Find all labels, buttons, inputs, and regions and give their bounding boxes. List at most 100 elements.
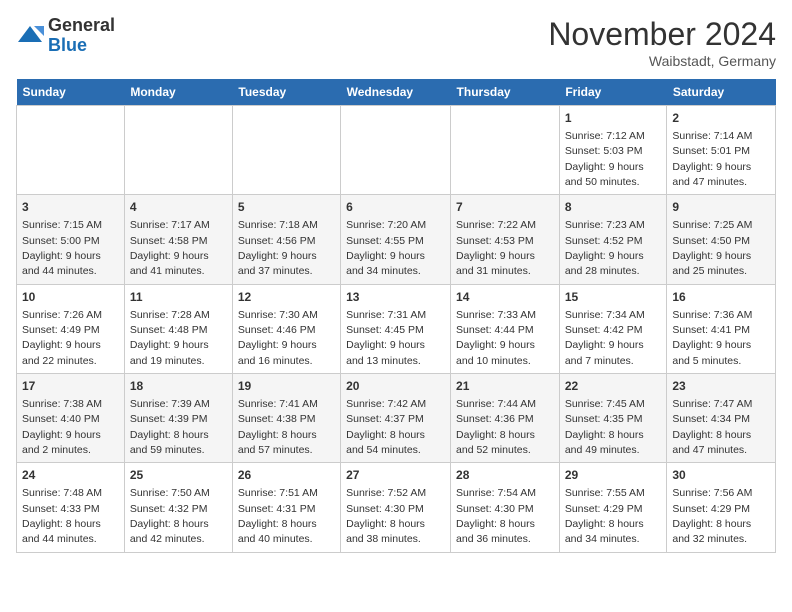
day-info: Sunrise: 7:45 AM Sunset: 4:35 PM Dayligh… (565, 398, 645, 456)
calendar-week-row: 17 Sunrise: 7:38 AM Sunset: 4:40 PM Dayli… (17, 374, 776, 463)
day-number: 25 (130, 467, 227, 484)
calendar-week-row: 3Sunrise: 7:15 AM Sunset: 5:00 PM Daylig… (17, 195, 776, 284)
calendar-day-cell: 22 Sunrise: 7:45 AM Sunset: 4:35 PM Dayli… (559, 374, 667, 463)
page-header: General Blue November 2024 Waibstadt, Ge… (16, 16, 776, 69)
calendar-day-cell (232, 106, 340, 195)
day-number: 8 (565, 199, 662, 216)
calendar-day-cell: 23 Sunrise: 7:47 AM Sunset: 4:34 PM Dayli… (667, 374, 776, 463)
day-info: Sunrise: 7:48 AM Sunset: 4:33 PM Dayligh… (22, 487, 102, 545)
calendar-week-row: 10 Sunrise: 7:26 AM Sunset: 4:49 PM Dayli… (17, 284, 776, 373)
calendar-week-row: 24 Sunrise: 7:48 AM Sunset: 4:33 PM Dayli… (17, 463, 776, 552)
day-number: 11 (130, 289, 227, 306)
calendar-day-cell: 25 Sunrise: 7:50 AM Sunset: 4:32 PM Dayli… (124, 463, 232, 552)
day-info: Sunrise: 7:33 AM Sunset: 4:44 PM Dayligh… (456, 309, 536, 367)
day-number: 1 (565, 110, 662, 127)
day-info: Sunrise: 7:51 AM Sunset: 4:31 PM Dayligh… (238, 487, 318, 545)
day-info: Sunrise: 7:44 AM Sunset: 4:36 PM Dayligh… (456, 398, 536, 456)
day-number: 18 (130, 378, 227, 395)
calendar-day-cell: 2Sunrise: 7:14 AM Sunset: 5:01 PM Daylig… (667, 106, 776, 195)
day-number: 24 (22, 467, 119, 484)
day-number: 14 (456, 289, 554, 306)
title-block: November 2024 Waibstadt, Germany (548, 16, 776, 69)
calendar-day-cell: 21 Sunrise: 7:44 AM Sunset: 4:36 PM Dayli… (451, 374, 560, 463)
day-info: Sunrise: 7:42 AM Sunset: 4:37 PM Dayligh… (346, 398, 426, 456)
location-subtitle: Waibstadt, Germany (548, 53, 776, 69)
day-number: 28 (456, 467, 554, 484)
day-number: 26 (238, 467, 335, 484)
calendar-week-row: 1 Sunrise: 7:12 AM Sunset: 5:03 PM Daylig… (17, 106, 776, 195)
day-info: Sunrise: 7:22 AM Sunset: 4:53 PM Dayligh… (456, 219, 536, 277)
weekday-header-cell: Sunday (17, 79, 125, 106)
day-number: 21 (456, 378, 554, 395)
day-number: 4 (130, 199, 227, 216)
day-info: Sunrise: 7:30 AM Sunset: 4:46 PM Dayligh… (238, 309, 318, 367)
day-number: 5 (238, 199, 335, 216)
day-info: Sunrise: 7:47 AM Sunset: 4:34 PM Dayligh… (672, 398, 752, 456)
day-number: 17 (22, 378, 119, 395)
logo-icon (16, 22, 44, 50)
day-number: 15 (565, 289, 662, 306)
day-info: Sunrise: 7:17 AM Sunset: 4:58 PM Dayligh… (130, 219, 210, 277)
calendar-day-cell: 26 Sunrise: 7:51 AM Sunset: 4:31 PM Dayli… (232, 463, 340, 552)
calendar-day-cell: 15 Sunrise: 7:34 AM Sunset: 4:42 PM Dayli… (559, 284, 667, 373)
weekday-header-cell: Wednesday (341, 79, 451, 106)
day-info: Sunrise: 7:23 AM Sunset: 4:52 PM Dayligh… (565, 219, 645, 277)
day-info: Sunrise: 7:34 AM Sunset: 4:42 PM Dayligh… (565, 309, 645, 367)
day-number: 23 (672, 378, 770, 395)
calendar-day-cell: 12 Sunrise: 7:30 AM Sunset: 4:46 PM Dayli… (232, 284, 340, 373)
weekday-header-row: SundayMondayTuesdayWednesdayThursdayFrid… (17, 79, 776, 106)
calendar-day-cell: 18Sunrise: 7:39 AM Sunset: 4:39 PM Dayli… (124, 374, 232, 463)
logo: General Blue (16, 16, 115, 56)
day-number: 20 (346, 378, 445, 395)
calendar-day-cell: 24 Sunrise: 7:48 AM Sunset: 4:33 PM Dayli… (17, 463, 125, 552)
day-info: Sunrise: 7:12 AM Sunset: 5:03 PM Dayligh… (565, 130, 645, 188)
day-info: Sunrise: 7:38 AM Sunset: 4:40 PM Dayligh… (22, 398, 102, 456)
day-number: 9 (672, 199, 770, 216)
calendar-table: SundayMondayTuesdayWednesdayThursdayFrid… (16, 79, 776, 553)
calendar-day-cell: 29 Sunrise: 7:55 AM Sunset: 4:29 PM Dayli… (559, 463, 667, 552)
day-number: 7 (456, 199, 554, 216)
logo-text: General Blue (48, 16, 115, 56)
logo-blue-text: Blue (48, 35, 87, 55)
calendar-day-cell: 27Sunrise: 7:52 AM Sunset: 4:30 PM Dayli… (341, 463, 451, 552)
day-number: 16 (672, 289, 770, 306)
calendar-day-cell: 6Sunrise: 7:20 AM Sunset: 4:55 PM Daylig… (341, 195, 451, 284)
day-number: 29 (565, 467, 662, 484)
logo-general-text: General (48, 15, 115, 35)
day-info: Sunrise: 7:28 AM Sunset: 4:48 PM Dayligh… (130, 309, 210, 367)
calendar-day-cell (341, 106, 451, 195)
day-info: Sunrise: 7:36 AM Sunset: 4:41 PM Dayligh… (672, 309, 752, 367)
day-info: Sunrise: 7:25 AM Sunset: 4:50 PM Dayligh… (672, 219, 752, 277)
day-info: Sunrise: 7:18 AM Sunset: 4:56 PM Dayligh… (238, 219, 318, 277)
day-number: 30 (672, 467, 770, 484)
calendar-body: 1 Sunrise: 7:12 AM Sunset: 5:03 PM Daylig… (17, 106, 776, 553)
calendar-day-cell (451, 106, 560, 195)
calendar-day-cell: 9 Sunrise: 7:25 AM Sunset: 4:50 PM Daylig… (667, 195, 776, 284)
day-number: 10 (22, 289, 119, 306)
calendar-day-cell: 14 Sunrise: 7:33 AM Sunset: 4:44 PM Dayli… (451, 284, 560, 373)
calendar-day-cell (17, 106, 125, 195)
weekday-header-cell: Thursday (451, 79, 560, 106)
day-info: Sunrise: 7:20 AM Sunset: 4:55 PM Dayligh… (346, 219, 426, 277)
day-info: Sunrise: 7:31 AM Sunset: 4:45 PM Dayligh… (346, 309, 426, 367)
day-info: Sunrise: 7:50 AM Sunset: 4:32 PM Dayligh… (130, 487, 210, 545)
calendar-day-cell: 20 Sunrise: 7:42 AM Sunset: 4:37 PM Dayli… (341, 374, 451, 463)
day-info: Sunrise: 7:26 AM Sunset: 4:49 PM Dayligh… (22, 309, 102, 367)
day-number: 12 (238, 289, 335, 306)
calendar-day-cell: 7 Sunrise: 7:22 AM Sunset: 4:53 PM Daylig… (451, 195, 560, 284)
day-info: Sunrise: 7:52 AM Sunset: 4:30 PM Dayligh… (346, 487, 426, 545)
calendar-day-cell: 1 Sunrise: 7:12 AM Sunset: 5:03 PM Daylig… (559, 106, 667, 195)
weekday-header-cell: Saturday (667, 79, 776, 106)
day-info: Sunrise: 7:55 AM Sunset: 4:29 PM Dayligh… (565, 487, 645, 545)
day-number: 22 (565, 378, 662, 395)
day-info: Sunrise: 7:14 AM Sunset: 5:01 PM Dayligh… (672, 130, 752, 188)
day-number: 13 (346, 289, 445, 306)
weekday-header-cell: Monday (124, 79, 232, 106)
day-info: Sunrise: 7:54 AM Sunset: 4:30 PM Dayligh… (456, 487, 536, 545)
calendar-day-cell: 19Sunrise: 7:41 AM Sunset: 4:38 PM Dayli… (232, 374, 340, 463)
calendar-day-cell: 30Sunrise: 7:56 AM Sunset: 4:29 PM Dayli… (667, 463, 776, 552)
calendar-day-cell: 17 Sunrise: 7:38 AM Sunset: 4:40 PM Dayli… (17, 374, 125, 463)
calendar-day-cell: 10 Sunrise: 7:26 AM Sunset: 4:49 PM Dayli… (17, 284, 125, 373)
weekday-header-cell: Tuesday (232, 79, 340, 106)
calendar-day-cell: 28 Sunrise: 7:54 AM Sunset: 4:30 PM Dayli… (451, 463, 560, 552)
